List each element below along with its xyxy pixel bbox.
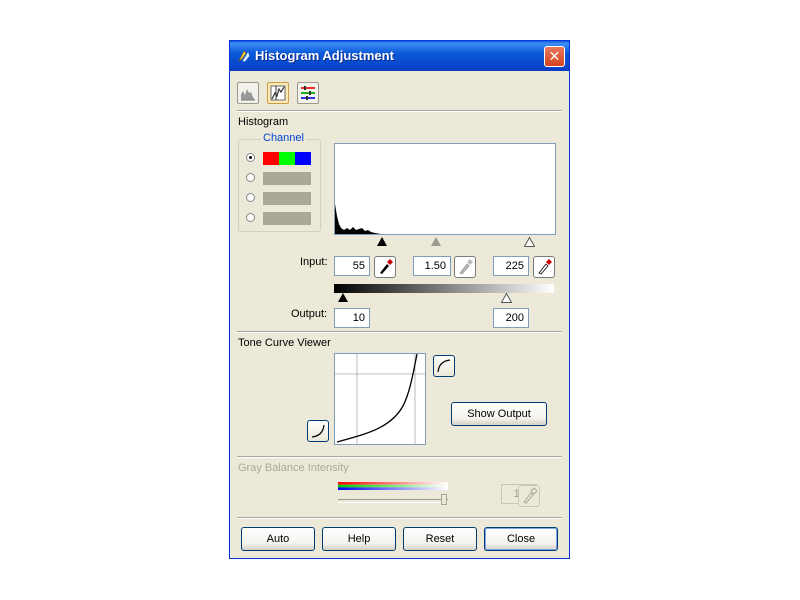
channel-blue-radio[interactable] [246, 213, 255, 222]
scanner-app-icon [238, 50, 250, 62]
channel-green-swatch-disabled [263, 192, 311, 205]
histogram-plot [335, 204, 381, 234]
output-label: Output: [291, 308, 328, 320]
tone-curve-section-label: Tone Curve Viewer [238, 337, 331, 349]
separator [237, 331, 562, 333]
channel-rgb-radio[interactable] [246, 153, 255, 162]
channel-green-swatch [279, 152, 295, 165]
separator [237, 456, 562, 458]
input-gamma-slider[interactable] [431, 237, 441, 246]
close-button[interactable]: Close [484, 527, 558, 551]
color-balance-icon [301, 86, 315, 100]
gray-eyedropper-icon [459, 259, 473, 275]
input-gamma-field[interactable]: 1.50 [413, 256, 451, 276]
histogram-section-label: Histogram [238, 116, 289, 128]
auto-button[interactable]: Auto [241, 527, 315, 551]
input-shadow-field[interactable]: 55 [334, 256, 370, 276]
separator [237, 110, 562, 112]
white-eyedropper-icon [538, 259, 552, 275]
output-shadow-slider[interactable] [338, 293, 348, 302]
channel-green-radio[interactable] [246, 193, 255, 202]
curve-down-icon [311, 424, 325, 438]
tone-curve-plot [335, 354, 425, 444]
input-highlight-field[interactable]: 225 [493, 256, 529, 276]
output-gradient-bar [334, 284, 554, 293]
curve-up-icon [437, 359, 451, 373]
histogram-graph [334, 143, 556, 235]
input-label: Input: [300, 256, 328, 268]
shadow-eyedropper-button[interactable] [374, 256, 396, 278]
curve-shadow-button[interactable] [307, 420, 329, 442]
color-balance-view-button[interactable] [297, 82, 319, 104]
channel-blue-swatch [295, 152, 311, 165]
window-title: Histogram Adjustment [255, 48, 394, 63]
channel-red-radio[interactable] [246, 173, 255, 182]
output-highlight-slider[interactable] [501, 293, 512, 303]
gray-balance-slider-track [338, 499, 448, 503]
gray-balance-section-label: Gray Balance Intensity [238, 462, 349, 474]
histogram-adjustment-dialog: Histogram Adjustment ✕ Histogram Channel… [229, 40, 570, 559]
gray-eyedropper-button[interactable] [454, 256, 476, 278]
histogram-view-button[interactable] [237, 82, 259, 104]
close-icon: ✕ [548, 48, 561, 64]
channel-blue-swatch-disabled [263, 212, 311, 225]
separator [237, 517, 562, 519]
channel-red-swatch [263, 152, 279, 165]
curve-highlight-button[interactable] [433, 355, 455, 377]
tone-curve-graph [334, 353, 426, 445]
output-highlight-field[interactable]: 200 [493, 308, 529, 328]
histogram-icon [241, 89, 255, 101]
help-button[interactable]: Help [322, 527, 396, 551]
gray-balance-slider-thumb[interactable] [441, 494, 447, 505]
disabled-eyedropper-icon [523, 487, 538, 504]
tone-curve-view-button[interactable] [267, 82, 289, 104]
gray-balance-eyedropper-button[interactable] [518, 485, 540, 507]
title-bar[interactable]: Histogram Adjustment ✕ [230, 41, 569, 71]
black-eyedropper-icon [380, 259, 393, 274]
channel-group: Channel [238, 132, 321, 232]
input-highlight-slider[interactable] [524, 237, 535, 247]
input-shadow-slider[interactable] [377, 237, 387, 246]
channel-group-title: Channel [261, 132, 306, 144]
reset-button[interactable]: Reset [403, 527, 477, 551]
tone-curve-icon [270, 85, 286, 101]
show-output-button[interactable]: Show Output [451, 402, 547, 426]
channel-red-swatch-disabled [263, 172, 311, 185]
close-window-button[interactable]: ✕ [544, 46, 565, 67]
highlight-eyedropper-button[interactable] [533, 256, 555, 278]
output-shadow-field[interactable]: 10 [334, 308, 370, 328]
gray-balance-color-bar [338, 482, 448, 490]
